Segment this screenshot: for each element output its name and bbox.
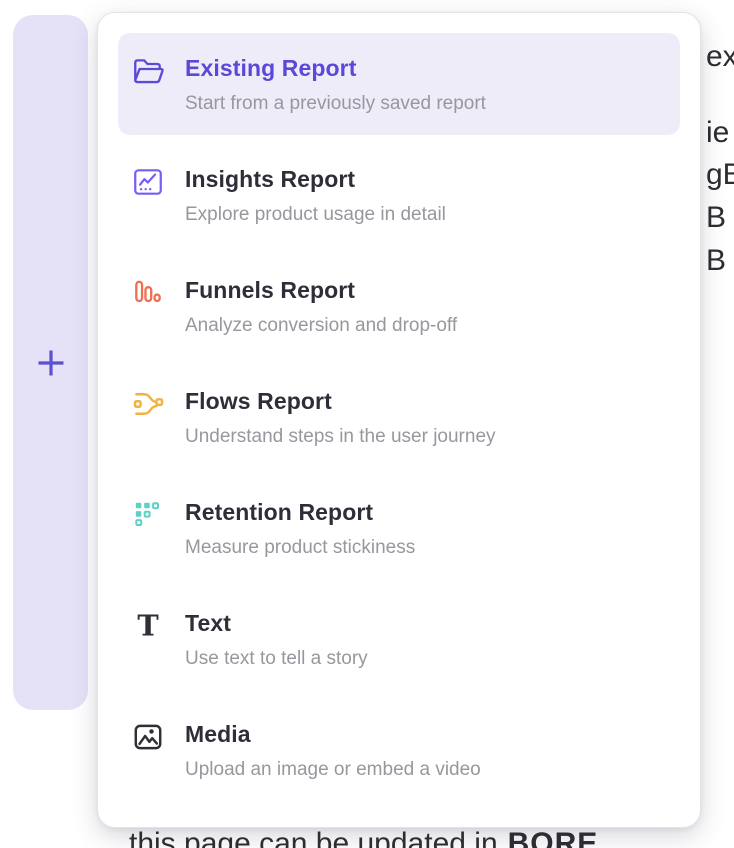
menu-item-title: Flows Report [185,386,496,416]
menu-item-retention-report[interactable]: Retention Report Measure product stickin… [118,477,680,579]
menu-item-flows-report[interactable]: Flows Report Understand steps in the use… [118,366,680,468]
menu-item-subtitle: Understand steps in the user journey [185,424,496,450]
folder-open-icon [131,54,165,88]
menu-item-media[interactable]: Media Upload an image or embed a video [118,699,680,801]
retention-grid-icon [131,498,165,532]
media-image-icon [131,720,165,754]
menu-item-title: Retention Report [185,497,415,527]
add-card-button[interactable] [34,346,68,380]
plus-icon [35,347,67,379]
menu-item-title: Media [185,719,481,749]
background-text-bottom-line: this page can be updated in BORE [129,829,598,848]
menu-item-title: Text [185,608,368,638]
menu-item-title: Insights Report [185,164,446,194]
bg-fragment: ie [706,118,729,148]
insights-chart-icon [131,165,165,199]
menu-item-title: Funnels Report [185,275,457,305]
menu-item-funnels-report[interactable]: Funnels Report Analyze conversion and dr… [118,255,680,357]
menu-item-subtitle: Measure product stickiness [185,535,415,561]
funnel-bars-icon [131,276,165,310]
svg-text:T: T [137,609,159,643]
menu-item-subtitle: Analyze conversion and drop-off [185,313,457,339]
bg-fragment: B [706,203,726,233]
bg-fragment: ex [706,42,734,72]
menu-item-subtitle: Explore product usage in detail [185,202,446,228]
add-card-sidebar [13,15,88,710]
menu-item-existing-report[interactable]: Existing Report Start from a previously … [118,33,680,135]
menu-item-subtitle: Use text to tell a story [185,646,368,672]
flows-icon [131,387,165,421]
bg-bottom-text: this page can be updated in [129,827,498,848]
text-icon: T [131,609,165,643]
menu-item-text[interactable]: T Text Use text to tell a story [118,588,680,690]
background-text-right-fragments: ex ie gB B B [706,0,734,400]
add-report-menu: Existing Report Start from a previously … [97,12,701,828]
menu-item-title: Existing Report [185,53,486,83]
bg-fragment: gB [706,160,734,190]
bg-fragment: B [706,246,726,276]
menu-item-insights-report[interactable]: Insights Report Explore product usage in… [118,144,680,246]
menu-item-subtitle: Start from a previously saved report [185,91,486,117]
menu-item-subtitle: Upload an image or embed a video [185,757,481,783]
bg-bottom-text-bold: BORE [508,827,599,848]
